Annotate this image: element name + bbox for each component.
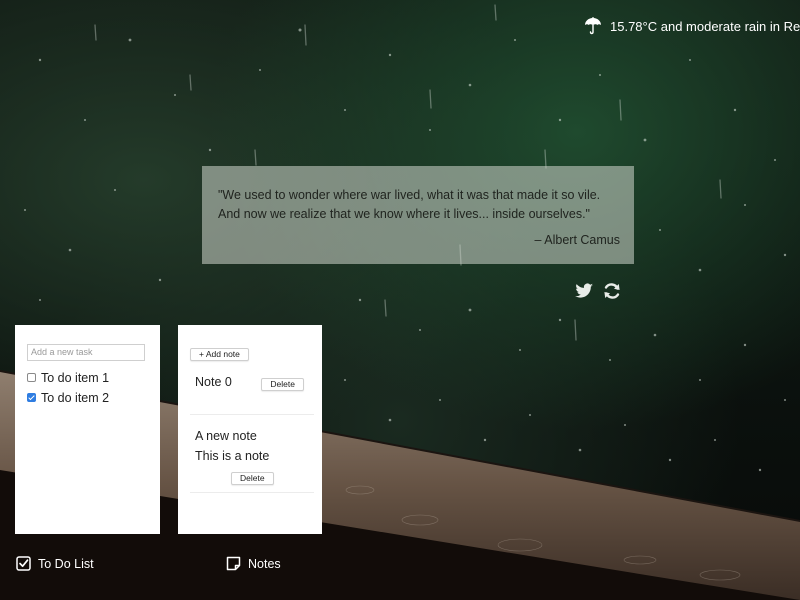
twitter-icon[interactable] (574, 282, 594, 300)
checkbox-icon (16, 556, 31, 571)
todo-item-label: To do item 1 (41, 370, 110, 385)
note-title[interactable]: A new note (195, 426, 314, 446)
todo-list: To do item 1 To do item 2 (27, 368, 146, 408)
weather-widget: 15.78°C and moderate rain in Redh (584, 14, 800, 38)
notes-toggle[interactable]: Notes (226, 556, 281, 571)
note-item: Note 0 Delete (190, 375, 314, 415)
note-icon (226, 556, 241, 571)
note-body[interactable]: This is a note (195, 446, 314, 466)
todo-list-toggle[interactable]: To Do List (16, 556, 94, 571)
quote-text: "We used to wonder where war lived, what… (218, 188, 601, 221)
notes-panel: + Add note Note 0 Delete A new note This… (178, 325, 322, 534)
todo-item[interactable]: To do item 1 (27, 368, 146, 388)
note-item: A new note This is a note Delete (190, 415, 314, 493)
quote-actions (574, 282, 622, 300)
add-note-button[interactable]: + Add note (190, 348, 249, 361)
todo-list-toggle-label: To Do List (38, 556, 94, 571)
quote-author: – Albert Camus (534, 233, 620, 247)
todo-item-label: To do item 2 (41, 390, 110, 405)
delete-note-button[interactable]: Delete (261, 378, 304, 391)
todo-item-2-checkbox[interactable] (27, 393, 36, 402)
weather-text: 15.78°C and moderate rain in Redh (610, 18, 800, 34)
umbrella-icon (585, 17, 601, 35)
notes-toggle-label: Notes (248, 556, 281, 571)
delete-note-button[interactable]: Delete (231, 472, 274, 485)
note-title[interactable]: Note 0 (195, 375, 232, 389)
dashboard-screen: 15.78°C and moderate rain in Redh "We us… (0, 0, 800, 600)
todo-item[interactable]: To do item 2 (27, 388, 146, 408)
refresh-icon[interactable] (602, 282, 622, 300)
todo-panel: To do item 1 To do item 2 (15, 325, 160, 534)
add-task-input[interactable] (27, 343, 145, 361)
todo-item-1-checkbox[interactable] (27, 373, 36, 382)
quote-box: "We used to wonder where war lived, what… (202, 166, 634, 264)
